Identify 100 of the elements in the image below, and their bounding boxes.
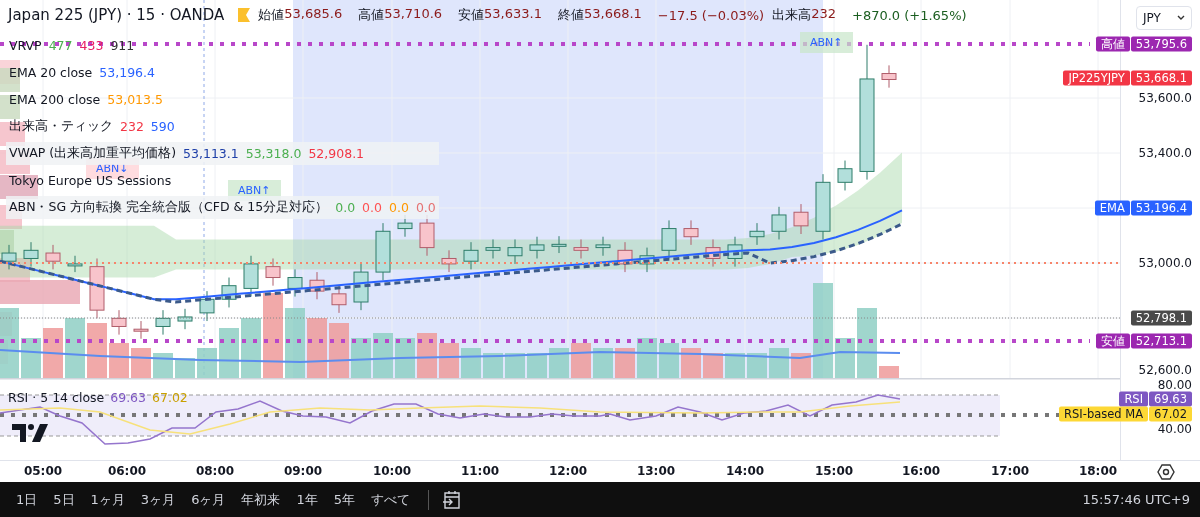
volume-bar bbox=[417, 333, 437, 378]
candle bbox=[23, 241, 39, 268]
volume-bar bbox=[593, 348, 613, 378]
indicator-name: VRVP bbox=[9, 38, 42, 53]
volume-bar bbox=[439, 343, 459, 378]
time-label: 06:00 bbox=[107, 464, 147, 478]
volume-bar bbox=[461, 348, 481, 378]
axis-label: 53,000.0 bbox=[1138, 256, 1192, 270]
indicator-value: 0.0 bbox=[362, 200, 382, 215]
volume-bar bbox=[131, 348, 151, 378]
price-tag-label: EMA bbox=[1094, 200, 1130, 216]
candle bbox=[793, 203, 809, 235]
candle bbox=[287, 268, 303, 298]
volume-bar bbox=[857, 308, 877, 378]
volume-bar bbox=[703, 353, 723, 378]
price-tag-label: JP225YJPY bbox=[1063, 70, 1130, 86]
time-label: 17:00 bbox=[990, 464, 1030, 478]
range-button[interactable]: 5日 bbox=[47, 486, 81, 513]
candle bbox=[199, 290, 215, 322]
candle bbox=[573, 238, 589, 259]
range-button[interactable]: 1ヶ月 bbox=[84, 486, 131, 513]
volume-bar bbox=[219, 328, 239, 378]
price-tag: 67.02 bbox=[1149, 406, 1192, 422]
price-tag: 52,713.1 bbox=[1130, 333, 1192, 349]
currency-dropdown[interactable]: JPY bbox=[1136, 6, 1192, 30]
time-label: 13:00 bbox=[636, 464, 676, 478]
candle bbox=[639, 247, 655, 273]
candle bbox=[463, 241, 479, 270]
ohlc-value: 53,710.6 bbox=[384, 6, 443, 23]
time-label: 15:00 bbox=[814, 464, 854, 478]
time-label: 11:00 bbox=[460, 464, 500, 478]
logo-icon bbox=[12, 424, 48, 442]
volume-bar bbox=[285, 308, 305, 378]
candle bbox=[375, 222, 391, 281]
volume-value: 232 bbox=[811, 6, 836, 23]
settings-icon[interactable] bbox=[1157, 463, 1175, 481]
candle bbox=[265, 258, 281, 287]
price-tag-label: 高値 bbox=[1095, 36, 1130, 52]
volume-bar bbox=[549, 348, 569, 378]
ohlc-value: 53,633.1 bbox=[484, 6, 542, 23]
range-button[interactable]: 6ヶ月 bbox=[185, 486, 232, 513]
volume-bar bbox=[65, 318, 85, 378]
volume-bar bbox=[483, 353, 503, 378]
axis-label: 52,600.0 bbox=[1138, 363, 1192, 377]
price-tag: 53,668.1 bbox=[1130, 70, 1192, 86]
chevron-down-icon bbox=[1177, 15, 1185, 21]
price-tag-label: RSI bbox=[1119, 391, 1149, 407]
volume-bar bbox=[395, 338, 415, 378]
time-label: 16:00 bbox=[901, 464, 941, 478]
candle bbox=[815, 173, 831, 240]
indicator-value: 232 bbox=[120, 119, 144, 134]
indicator-value: 433 bbox=[79, 38, 104, 53]
flag-icon bbox=[238, 8, 251, 22]
volume-bar bbox=[791, 353, 811, 378]
indicator-name: 出来高・ティック bbox=[9, 118, 113, 135]
range-button[interactable]: 3ヶ月 bbox=[134, 486, 182, 513]
candle bbox=[243, 255, 259, 298]
candle bbox=[705, 238, 721, 268]
indicator-value: 53,196.4 bbox=[99, 65, 155, 80]
axis-label: 53,600.0 bbox=[1138, 91, 1192, 105]
time-label: 18:00 bbox=[1078, 464, 1118, 478]
price-tag: 69.63 bbox=[1149, 391, 1192, 407]
indicator-name: EMA 200 close bbox=[9, 92, 101, 107]
volume-bar bbox=[659, 343, 679, 378]
range-button[interactable]: 年初来 bbox=[235, 486, 287, 513]
time-label: 12:00 bbox=[548, 464, 588, 478]
candle bbox=[67, 255, 83, 273]
candle bbox=[353, 263, 369, 311]
time-label: 05:00 bbox=[23, 464, 63, 478]
candle bbox=[595, 236, 611, 257]
ohlc-label: 始値 bbox=[258, 6, 285, 24]
volume-bar bbox=[241, 318, 261, 378]
candle bbox=[111, 309, 127, 336]
candle bbox=[683, 219, 699, 246]
volume-bar bbox=[747, 353, 767, 378]
candle bbox=[529, 236, 545, 259]
volume-bar bbox=[637, 338, 657, 378]
candle bbox=[221, 277, 237, 308]
volume-bar bbox=[527, 353, 547, 378]
range-button[interactable]: 1年 bbox=[290, 486, 324, 513]
indicator-value: 67.02 bbox=[152, 390, 188, 405]
price-tag-label: 安値 bbox=[1095, 333, 1130, 349]
candle bbox=[441, 249, 457, 273]
candle bbox=[749, 222, 765, 246]
time-label: 09:00 bbox=[283, 464, 323, 478]
range-button[interactable]: すべて bbox=[364, 486, 416, 513]
indicator-value: 911 bbox=[110, 38, 135, 53]
time-label: 10:00 bbox=[372, 464, 412, 478]
indicator-value: 53,013.5 bbox=[107, 92, 163, 107]
candle bbox=[89, 258, 105, 319]
price-tag: 52,798.1 bbox=[1130, 310, 1192, 326]
calendar-icon[interactable] bbox=[440, 488, 463, 511]
range-button[interactable]: 5年 bbox=[327, 486, 361, 513]
ohlc-label: 安値 bbox=[458, 6, 485, 24]
range-button[interactable]: 1日 bbox=[10, 486, 44, 513]
volume-bar bbox=[681, 348, 701, 378]
candle bbox=[45, 244, 61, 270]
candle bbox=[507, 238, 523, 265]
indicator-value: 0.0 bbox=[389, 200, 409, 215]
indicator-name: ABN・SG 方向転換 完全統合版（CFD & 15分足対応） bbox=[9, 199, 329, 216]
